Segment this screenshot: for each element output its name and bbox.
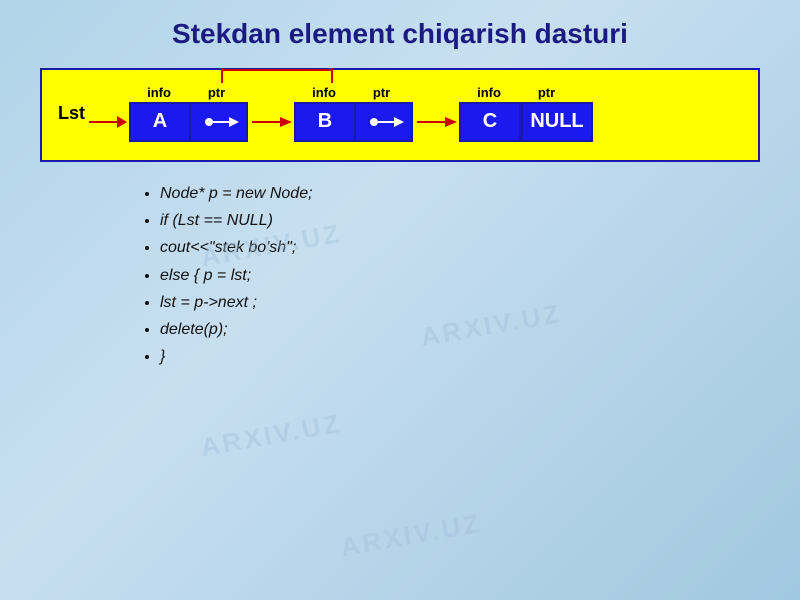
lst-arrow-icon bbox=[89, 102, 127, 142]
code-line-7: } bbox=[160, 343, 760, 370]
code-line-6: delete(p); bbox=[160, 316, 760, 343]
watermark-3: ARXIV.UZ bbox=[198, 408, 344, 463]
page-title: Stekdan element chiqarish dasturi bbox=[20, 18, 780, 50]
node-b-info-label: info bbox=[294, 85, 354, 100]
diagram-wrapper: Lst info ptr A bbox=[0, 60, 800, 170]
node-c-ptr-label: ptr bbox=[519, 85, 574, 100]
code-line-1: Node* p = new Node; bbox=[160, 180, 760, 207]
title-section: Stekdan element chiqarish dasturi bbox=[0, 0, 800, 60]
code-line-5: lst = p->next ; bbox=[160, 289, 760, 316]
node-c-info-cell: C bbox=[461, 104, 521, 140]
diagram-inner: Lst info ptr A bbox=[58, 84, 742, 142]
node-b-cells: B bbox=[294, 102, 413, 142]
node-b-ptr-cell bbox=[356, 104, 411, 140]
node-b-ptr-label: ptr bbox=[354, 85, 409, 100]
code-line-3: cout<<"stek bo'sh"; bbox=[160, 234, 760, 261]
code-section: Node* p = new Node; if (Lst == NULL) cou… bbox=[60, 180, 760, 370]
lst-label: Lst bbox=[58, 103, 85, 124]
node-c: info ptr C NULL bbox=[459, 85, 593, 142]
node-a: info ptr A bbox=[129, 85, 248, 142]
linked-list-diagram: Lst info ptr A bbox=[40, 68, 760, 162]
watermark-4: ARXIV.UZ bbox=[338, 508, 484, 563]
code-line-2: if (Lst == NULL) bbox=[160, 207, 760, 234]
arrow-b-c bbox=[417, 112, 457, 132]
node-c-null-cell: NULL bbox=[521, 104, 591, 140]
node-a-info-label: info bbox=[129, 85, 189, 100]
node-a-ptr-label: ptr bbox=[189, 85, 244, 100]
node-a-ptr-cell bbox=[191, 104, 246, 140]
node-b-info-cell: B bbox=[296, 104, 356, 140]
node-a-ptr-arrow bbox=[199, 107, 239, 137]
node-b-ptr-arrow bbox=[364, 107, 404, 137]
node-b: info ptr B bbox=[294, 85, 413, 142]
code-list: Node* p = new Node; if (Lst == NULL) cou… bbox=[60, 180, 760, 370]
arrow-a-b bbox=[252, 112, 292, 132]
node-a-cells: A bbox=[129, 102, 248, 142]
arrow-a-b-icon bbox=[252, 112, 292, 132]
node-a-info-cell: A bbox=[131, 104, 191, 140]
node-c-cells: C NULL bbox=[459, 102, 593, 142]
node-c-info-label: info bbox=[459, 85, 519, 100]
code-line-4: else { p = lst; bbox=[160, 262, 760, 289]
arrow-b-c-icon bbox=[417, 112, 457, 132]
